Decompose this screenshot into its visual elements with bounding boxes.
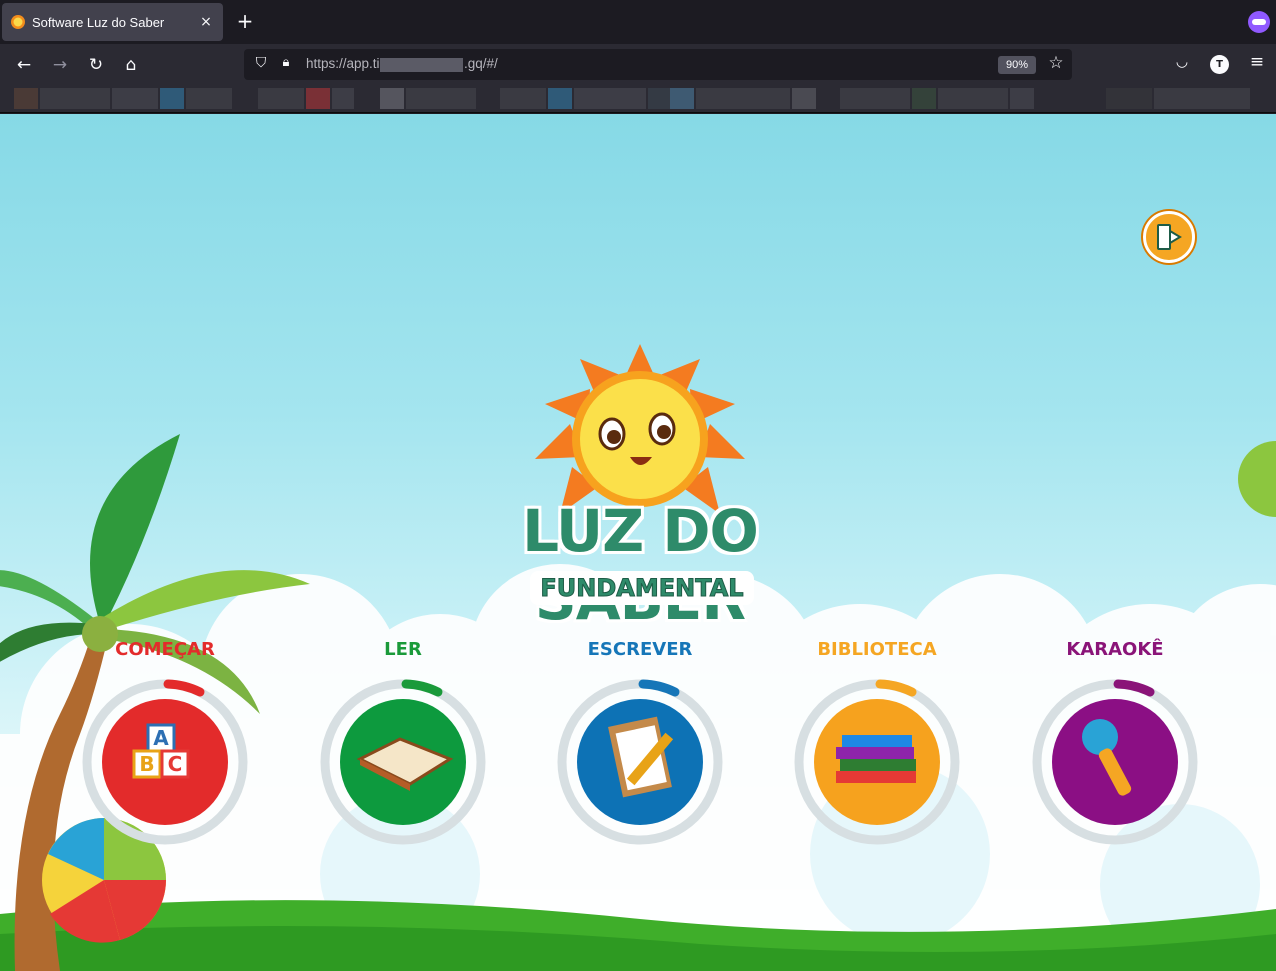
tab-strip: Software Luz do Saber × + [0,0,1276,44]
bookmarks-toolbar [0,85,1276,113]
menu-item-karaokê[interactable]: KARAOKÊ [1025,639,1205,849]
logo-title: LUZ DO SABER [521,496,760,634]
bookmark-item[interactable] [912,88,936,109]
menu-button-karaokê[interactable] [1052,699,1178,825]
menu-label: BIBLIOTECA [817,639,937,660]
menu-label: KARAOKÊ [1066,639,1164,660]
tracking-shield-icon[interactable]: ⛉ [252,55,270,73]
new-tab-button[interactable]: + [233,9,257,33]
bookmark-item[interactable] [14,88,38,109]
menu-item-escrever[interactable]: ESCREVER [550,639,730,849]
sun-favicon-icon [11,15,25,29]
book-stack-icon [836,735,916,783]
svg-text:C: C [168,752,183,776]
logout-button[interactable] [1143,211,1195,263]
app-page: LUZ DO SABER FUNDAMENTAL COMEÇAR ABC LER ES… [0,114,1276,971]
bookmark-item[interactable] [670,88,694,109]
tab-title: Software Luz do Saber [32,14,165,30]
bookmark-item[interactable] [1154,88,1250,109]
menu-button-biblioteca[interactable] [814,699,940,825]
menu-label: COMEÇAR [115,639,215,660]
bookmark-item[interactable] [186,88,232,109]
back-button[interactable]: ← [11,52,37,78]
account-avatar[interactable]: T [1210,55,1229,74]
forward-button[interactable]: → [47,52,73,78]
url-text-suffix: .gq/#/ [464,56,498,71]
bookmark-item[interactable] [696,88,790,109]
bookmark-item[interactable] [548,88,572,109]
logo-subtitle: FUNDAMENTAL [530,571,754,605]
bookmark-item[interactable] [938,88,1008,109]
clipboard-pencil-icon [608,716,674,798]
menu-item-ler[interactable]: LER [313,639,493,849]
app-logo: LUZ DO SABER FUNDAMENTAL [440,339,840,634]
bookmark-item[interactable] [648,88,670,109]
home-button[interactable]: ⌂ [118,52,144,78]
bookmark-star-icon[interactable]: ☆ [1044,53,1068,73]
bookmark-item[interactable] [306,88,330,109]
bookmark-item[interactable] [840,88,910,109]
url-bar[interactable]: ⛉ 🔒︎ https://app.ti .gq/#/ 90% ☆ [244,49,1072,80]
bookmark-item[interactable] [1106,88,1152,109]
browser-tab[interactable]: Software Luz do Saber × [2,3,223,41]
menu-item-biblioteca[interactable]: BIBLIOTECA [787,639,967,849]
navigation-toolbar: ← → ↻ ⌂ ⛉ 🔒︎ https://app.ti .gq/#/ 90% ☆… [0,44,1276,85]
svg-text:A: A [153,726,169,750]
menu-button-ler[interactable] [340,699,466,825]
bookmark-item[interactable] [406,88,476,109]
bookmark-item[interactable] [380,88,404,109]
bookmark-item[interactable] [500,88,546,109]
menu-item-começar[interactable]: COMEÇAR A B C [75,639,255,849]
bookmark-item[interactable] [332,88,354,109]
private-mask-icon[interactable] [1248,11,1270,33]
open-book-icon [356,737,454,791]
reload-button[interactable]: ↻ [83,52,109,78]
url-text: https://app.ti [306,56,380,71]
zoom-level-button[interactable]: 90% [998,56,1036,74]
menu-button-escrever[interactable] [577,699,703,825]
hamburger-menu-icon[interactable]: ≡ [1246,52,1268,72]
lock-icon[interactable]: 🔒︎ [278,55,294,73]
bookmark-item[interactable] [112,88,158,109]
svg-text:B: B [139,752,154,776]
menu-button-começar[interactable]: ABC [102,699,228,825]
pocket-icon[interactable]: ◡ [1172,54,1192,74]
microphone-icon [1082,719,1132,796]
bookmark-item[interactable] [574,88,646,109]
bookmark-item[interactable] [160,88,184,109]
close-tab-icon[interactable]: × [195,14,217,30]
abc-blocks-icon: AB C [132,723,190,779]
bookmark-item[interactable] [40,88,110,109]
url-redaction [380,58,463,72]
menu-label: LER [384,639,422,660]
exit-door-icon [1157,224,1182,250]
bookmark-item[interactable] [1010,88,1034,109]
bookmark-item[interactable] [258,88,304,109]
bookmark-item[interactable] [792,88,816,109]
menu-label: ESCREVER [587,639,693,660]
